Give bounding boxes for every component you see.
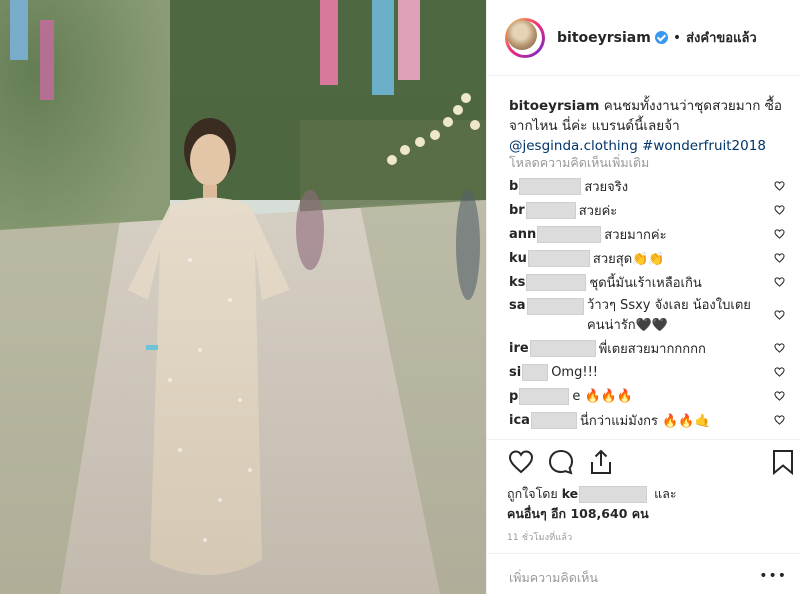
comment-text: e 🔥🔥🔥 [572,388,634,404]
comment-username[interactable]: ica [509,413,530,428]
header-separator: • [672,29,682,46]
caption-hashtag-link[interactable]: #wonderfruit2018 [642,138,766,154]
comment-username[interactable]: ku [509,251,527,266]
comment-like-heart-icon[interactable] [774,310,785,320]
comment-username[interactable]: p [509,389,518,404]
comment-bubble-icon[interactable] [547,448,575,476]
redacted-username [526,273,587,291]
comment-text: สวยค่ะ [578,203,618,219]
share-upload-icon[interactable] [587,448,615,476]
festival-photo-image [0,0,486,594]
follow-requested-button[interactable]: ส่งคำขอแล้ว [686,27,757,48]
redacted-username [537,225,602,243]
comment-like-heart-icon[interactable] [774,391,785,401]
likes-summary: ถูกใจโดย ke และ คนอื่นๆ อีก 108,640 คน [507,484,677,524]
comment-like-heart-icon[interactable] [774,277,785,287]
redacted-username [519,177,582,195]
header-line: bitoeyrsiam • ส่งคำขอแล้ว [557,27,757,48]
load-more-comments-button[interactable]: โหลดความคิดเห็นเพิ่มเติม [509,153,649,173]
add-comment-input[interactable]: เพิ่มความคิดเห็น [509,568,598,588]
add-comment-bar: เพิ่มความคิดเห็น ••• [487,553,800,594]
comment-text: พี่เตยสวยมากกกกก [598,341,706,357]
comment-text: สวยสุด👏👏 [592,251,665,267]
comment-text: ชุดนี้มันเร้าเหลือเกิน [589,275,702,291]
header-username[interactable]: bitoeyrsiam [557,30,651,46]
comment-row: ica นี่กว่าแม่มังกร 🔥🔥🤙 [509,410,785,430]
post-caption: bitoeyrsiam คนชมทั้งงานว่าชุดสวยมาก ซื้อ… [509,96,791,156]
post-timestamp[interactable]: 11 ชั่วโมงที่แล้ว [507,530,572,544]
post-side-panel: bitoeyrsiam • ส่งคำขอแล้ว bitoeyrsiam คน… [486,0,800,594]
comment-like-heart-icon[interactable] [774,229,785,239]
comment-username[interactable]: b [509,179,518,194]
post-header: bitoeyrsiam • ส่งคำขอแล้ว [487,0,800,76]
liked-by-suffix: และ [650,486,677,501]
caption-username[interactable]: bitoeyrsiam [509,98,599,114]
comment-like-heart-icon[interactable] [774,253,785,263]
comment-username[interactable]: br [509,203,525,218]
redacted-username [579,486,648,503]
comment-username[interactable]: si [509,365,521,380]
redacted-username [530,411,577,429]
post-actions: ถูกใจโดย ke และ คนอื่นๆ อีก 108,640 คน 1… [487,439,800,543]
comment-text: ว้าวๆ Ssxy จังเลย น้องใบเตยคนน่ารัก🖤🖤 [587,298,751,333]
redacted-username [527,249,590,267]
comment-row: sa ว้าวๆ Ssxy จังเลย น้องใบเตยคนน่ารัก🖤🖤 [509,296,785,336]
comment-row: si Omg!!! [509,362,785,382]
comment-text: สวยจริง [584,179,629,195]
comment-row: ks ชุดนี้มันเร้าเหลือเกิน [509,272,785,292]
comment-like-heart-icon[interactable] [774,415,785,425]
comment-row: ann สวยมากค่ะ [509,224,785,244]
comment-row: ku สวยสุด👏👏 [509,248,785,268]
comment-like-heart-icon[interactable] [774,181,785,191]
comment-row: p e 🔥🔥🔥 [509,386,785,406]
redacted-username [525,201,576,219]
redacted-username [522,363,549,381]
avatar-image [507,20,537,50]
save-bookmark-icon[interactable] [771,448,795,476]
others-suffix[interactable]: คน [627,506,649,521]
comment-like-heart-icon[interactable] [774,367,785,377]
like-heart-icon[interactable] [507,448,535,476]
liked-by-prefix: ถูกใจโดย [507,486,562,501]
redacted-username [526,298,585,315]
comment-row: br สวยค่ะ [509,200,785,220]
redacted-username [529,339,596,357]
liked-by-username[interactable]: ke [562,486,578,501]
post-photo[interactable] [0,0,486,594]
comment-username[interactable]: ann [509,227,536,242]
others-count[interactable]: 108,640 [570,506,627,521]
verified-badge-icon [654,31,668,44]
comment-row: ire พี่เตยสวยมากกกกก [509,338,785,358]
comment-text: สวยมากค่ะ [604,227,667,243]
comment-like-heart-icon[interactable] [774,343,785,353]
comment-username[interactable]: ks [509,275,525,290]
comment-text: Omg!!! [551,364,598,380]
avatar[interactable] [505,18,545,58]
comment-username[interactable]: sa [509,296,526,316]
caption-mention-link[interactable]: @jesginda.clothing [509,138,638,154]
comment-username[interactable]: ire [509,341,529,356]
comment-text: นี่กว่าแม่มังกร 🔥🔥🤙 [579,413,711,429]
redacted-username [519,387,570,405]
comment-like-heart-icon[interactable] [774,205,785,215]
others-prefix[interactable]: คนอื่นๆ อีก [507,506,570,521]
more-options-icon[interactable]: ••• [759,568,787,584]
comment-row: b สวยจริง [509,176,785,196]
comments-section: bitoeyrsiam คนชมทั้งงานว่าชุดสวยมาก ซื้อ… [487,76,800,439]
